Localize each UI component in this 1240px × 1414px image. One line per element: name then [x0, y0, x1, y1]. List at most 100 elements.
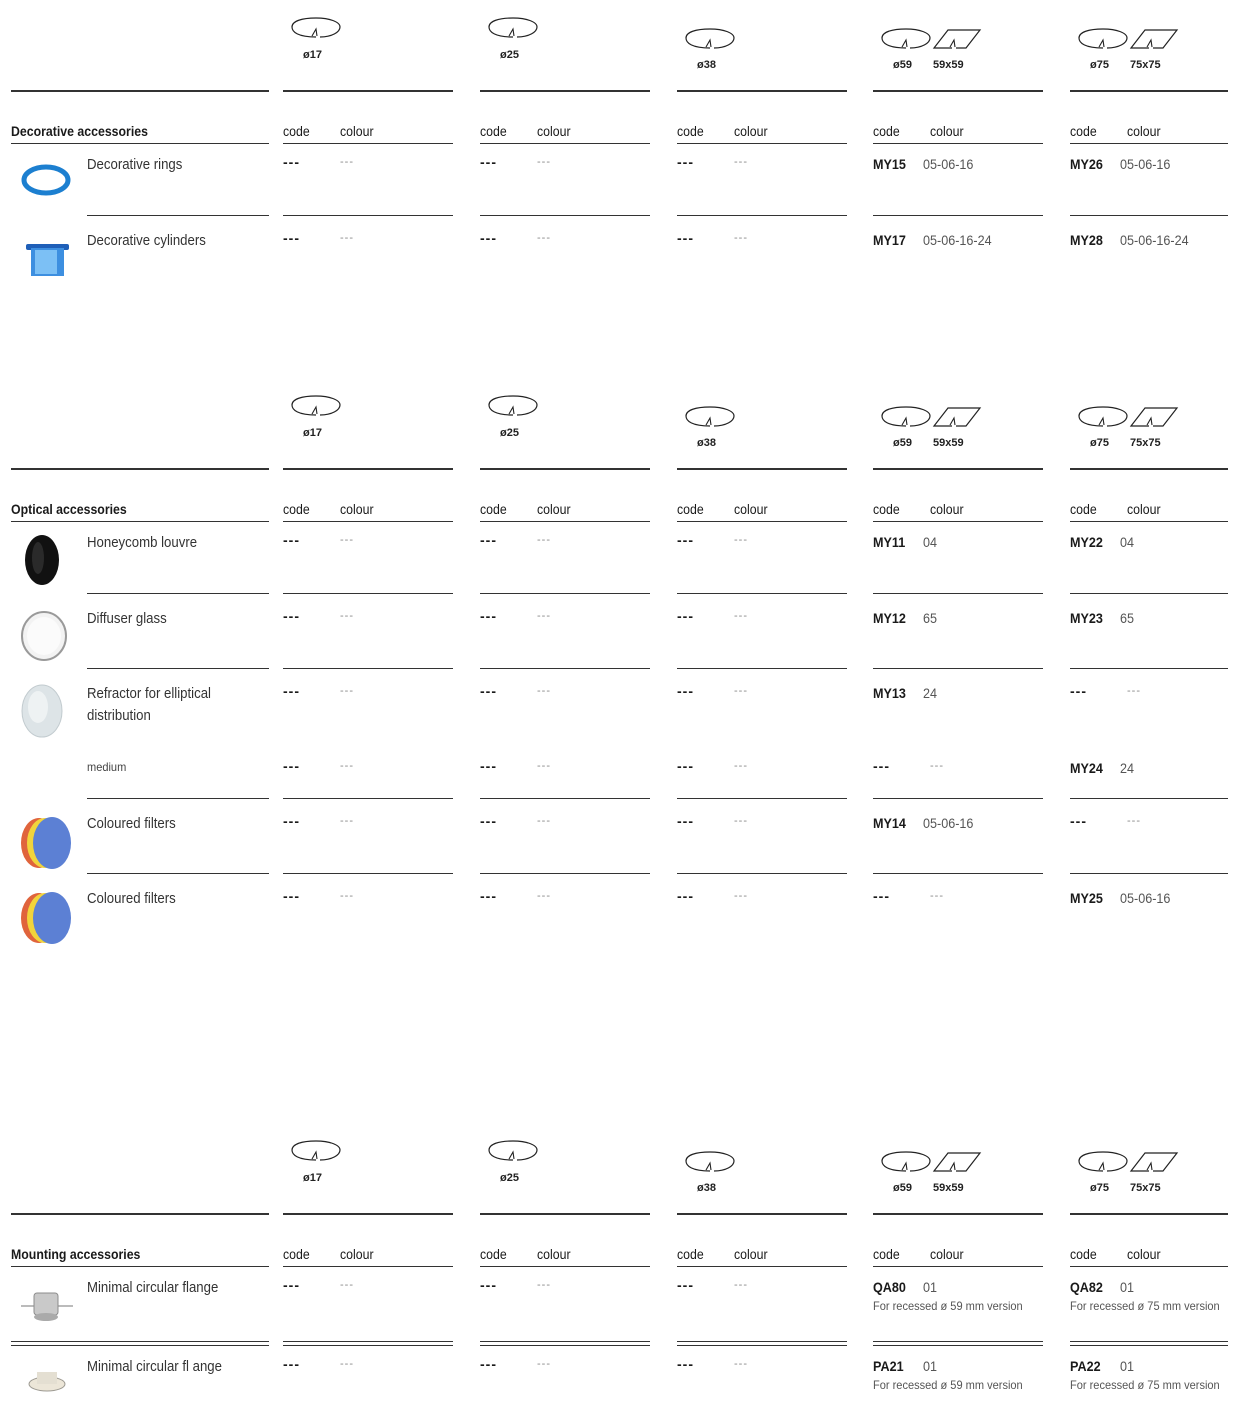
unavailable-colour: --- [537, 890, 551, 902]
code-column-header: code [283, 501, 310, 517]
row-separator [283, 593, 453, 594]
item-name: Coloured filters [87, 815, 176, 832]
header-underline [283, 143, 453, 144]
unavailable-code: --- [283, 532, 300, 548]
row-separator [480, 215, 650, 216]
item-name: Coloured filters [87, 890, 176, 907]
product-code: PA22 [1070, 1358, 1101, 1374]
row-separator [677, 798, 847, 799]
colour-column-header: colour [734, 501, 768, 517]
colour-column-header: colour [734, 1246, 768, 1262]
row-separator [87, 593, 269, 594]
square-recess-icon [1129, 1149, 1183, 1175]
size-label-d75: ø75 [1090, 59, 1109, 71]
unavailable-colour: --- [537, 685, 551, 697]
unavailable-colour: --- [340, 534, 354, 546]
round-recess-icon [290, 1138, 344, 1164]
row-separator [677, 215, 847, 216]
unavailable-code: --- [283, 813, 300, 829]
unavailable-colour: --- [1127, 685, 1141, 697]
unavailable-colour: --- [537, 1279, 551, 1291]
column-rule [480, 90, 650, 92]
row-separator [480, 593, 650, 594]
column-rule [283, 90, 453, 92]
column-rule [873, 1213, 1043, 1215]
square-recess-icon [1129, 26, 1183, 52]
product-code: MY15 [873, 156, 906, 172]
colour-column-header: colour [537, 1246, 571, 1262]
row-separator [283, 215, 453, 216]
unavailable-code: --- [677, 888, 694, 904]
header-underline [873, 521, 1043, 522]
code-column-header: code [480, 501, 507, 517]
row-separator [873, 593, 1043, 594]
header-underline [480, 143, 650, 144]
header-underline [873, 1266, 1043, 1267]
code-column-header: code [1070, 501, 1097, 517]
row-separator [1070, 593, 1228, 594]
row-separator [87, 873, 269, 874]
round-recess-icon [487, 1138, 541, 1164]
row-separator [1070, 668, 1228, 669]
colour-column-header: colour [1127, 1246, 1161, 1262]
row-separator [480, 668, 650, 669]
row-separator [480, 873, 650, 874]
unavailable-colour: --- [537, 1358, 551, 1370]
header-underline [480, 1266, 650, 1267]
unavailable-code: --- [677, 813, 694, 829]
round-recess-icon [684, 1149, 738, 1175]
square-recess-icon [932, 404, 986, 430]
size-label-d25: ø25 [500, 49, 519, 61]
unavailable-colour: --- [340, 232, 354, 244]
unavailable-code: --- [677, 154, 694, 170]
size-label-s59: 59x59 [933, 59, 964, 71]
item-variant: medium [87, 760, 127, 774]
unavailable-colour: --- [734, 1279, 748, 1291]
round-recess-icon [880, 1149, 934, 1175]
unavailable-code: --- [480, 758, 497, 774]
product-code: MY25 [1070, 890, 1103, 906]
square-recess-icon [932, 26, 986, 52]
row-separator [873, 215, 1043, 216]
unavailable-colour: --- [340, 890, 354, 902]
unavailable-colour: --- [340, 1358, 354, 1370]
unavailable-code: --- [480, 532, 497, 548]
round-recess-icon [487, 393, 541, 419]
row-separator [283, 798, 453, 799]
colour-codes: 01 [1120, 1279, 1135, 1295]
column-rule [283, 1213, 453, 1215]
size-label-d75: ø75 [1090, 1182, 1109, 1194]
unavailable-colour: --- [734, 232, 748, 244]
unavailable-colour: --- [537, 815, 551, 827]
colour-codes: 05-06-16 [1120, 890, 1171, 906]
mounting-note: For recessed ø 75 mm version [1070, 1378, 1220, 1392]
row-separator [87, 215, 269, 216]
mounting-note: For recessed ø 59 mm version [873, 1299, 1023, 1313]
unavailable-colour: --- [734, 534, 748, 546]
colour-column-header: colour [537, 501, 571, 517]
unavailable-code: --- [1070, 683, 1087, 699]
size-label-d17: ø17 [303, 427, 322, 439]
colour-column-header: colour [1127, 501, 1161, 517]
round-recess-icon [290, 393, 344, 419]
row-separator [873, 873, 1043, 874]
colour-codes: 04 [923, 534, 938, 550]
unavailable-code: --- [480, 888, 497, 904]
product-code: PA21 [873, 1358, 904, 1374]
item-name: Minimal circular fl ange [87, 1358, 222, 1375]
row-separator [283, 1341, 453, 1346]
item-name: Honeycomb louvre [87, 534, 198, 551]
title-underline [11, 143, 269, 144]
square-recess-icon [1129, 404, 1183, 430]
product-code: MY17 [873, 232, 906, 248]
unavailable-colour: --- [734, 890, 748, 902]
mounting-note: For recessed ø 59 mm version [873, 1378, 1023, 1392]
code-column-header: code [677, 1246, 704, 1262]
header-underline [873, 143, 1043, 144]
unavailable-code: --- [873, 758, 890, 774]
diffuser-glass-icon [17, 606, 77, 666]
size-label-s75: 75x75 [1130, 1182, 1161, 1194]
colour-column-header: colour [930, 123, 964, 139]
header-underline [1070, 1266, 1228, 1267]
colour-column-header: colour [340, 1246, 374, 1262]
